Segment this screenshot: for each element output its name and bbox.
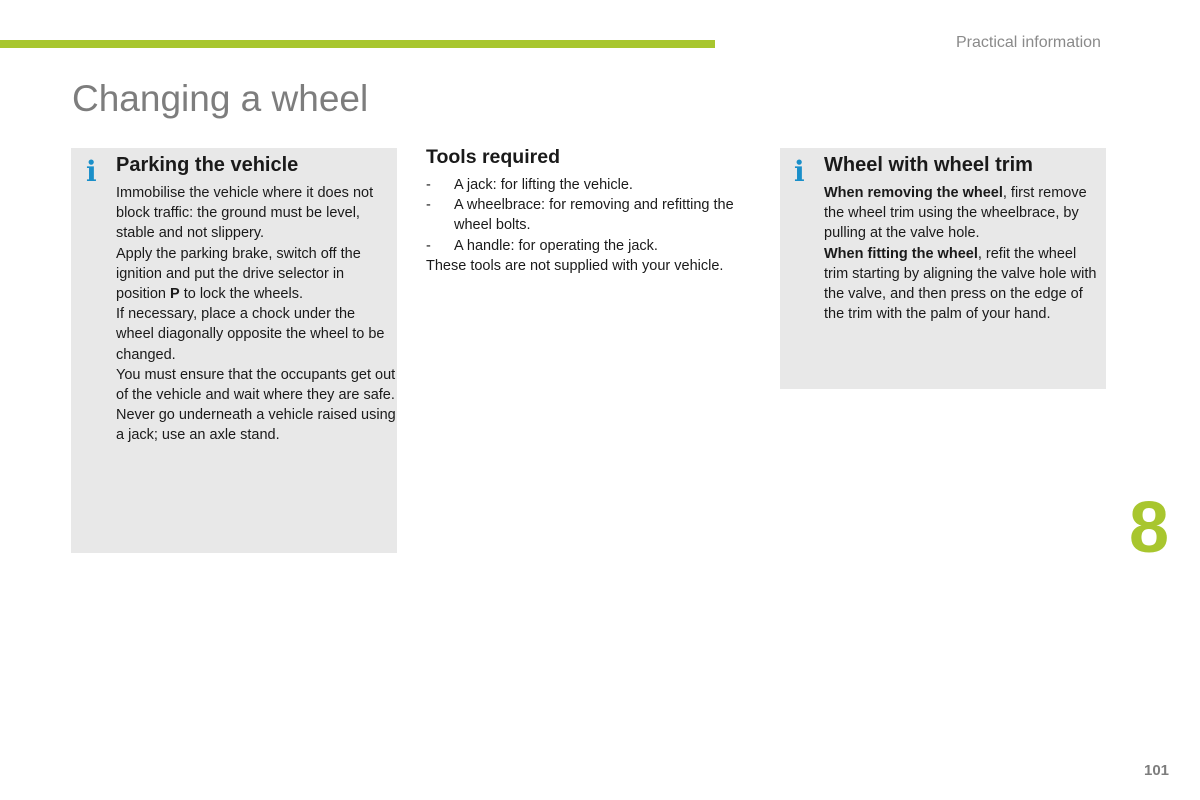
wheel-trim-info-box: i Wheel with wheel trim When removing th…	[780, 148, 1106, 389]
text-run: to lock the wheels.	[179, 286, 304, 303]
info-icon: i	[86, 155, 97, 188]
bullet-dash: -	[426, 197, 431, 214]
bullet-dash: -	[426, 177, 431, 193]
tools-heading: Tools required	[426, 146, 560, 168]
parking-paragraph: Apply the parking brake, switch off the …	[116, 244, 396, 305]
page-title: Changing a wheel	[72, 78, 369, 119]
header-accent-bar	[0, 40, 715, 48]
parking-heading: Parking the vehicle	[116, 154, 299, 176]
parking-paragraph: You must ensure that the occupants get o…	[116, 366, 396, 404]
parking-info-box: i Parking the vehicle Immobilise the veh…	[71, 148, 397, 553]
list-item-text: A wheelbrace: for removing and refitting…	[454, 197, 734, 234]
bold-run: When fitting the wheel	[824, 245, 978, 262]
chapter-number: 8	[1129, 488, 1170, 568]
bold-run: When removing the wheel	[824, 185, 1003, 201]
parking-text: Immobilise the vehicle where it does not…	[116, 183, 396, 446]
wheel-trim-text: When removing the wheel, first remove th…	[824, 183, 1104, 324]
trim-paragraph: When removing the wheel, first remove th…	[824, 183, 1104, 244]
tools-list: - A jack: for lifting the vehicle. - A whe…	[426, 175, 756, 256]
info-icon: i	[794, 155, 805, 188]
list-item: - A wheelbrace: for removing and refittin…	[426, 195, 756, 235]
page-number: 101	[1144, 762, 1170, 779]
parking-paragraph: If necessary, place a chock under the wh…	[116, 306, 385, 363]
section-title: Practical information	[956, 34, 1101, 51]
parking-paragraph: Never go underneath a vehicle raised usi…	[116, 407, 396, 444]
list-item: - A jack: for lifting the vehicle.	[426, 175, 756, 195]
tools-note: These tools are not supplied with your v…	[426, 257, 724, 274]
parking-paragraph: Immobilise the vehicle where it does not…	[116, 185, 374, 242]
trim-paragraph: When fitting the wheel, refit the wheel …	[824, 244, 1104, 325]
position-p-label: P	[170, 286, 180, 303]
bullet-dash: -	[426, 237, 431, 254]
list-item: - A handle: for operating the jack.	[426, 236, 756, 256]
list-item-text: A handle: for operating the jack.	[454, 237, 658, 254]
tools-required-section: Tools required - A jack: for lifting the …	[426, 146, 756, 276]
list-item-text: A jack: for lifting the vehicle.	[454, 177, 633, 193]
wheel-trim-heading: Wheel with wheel trim	[824, 154, 1033, 176]
